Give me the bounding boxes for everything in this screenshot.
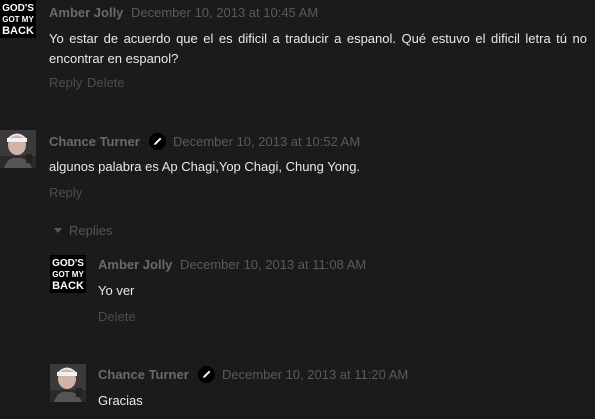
- delete-button[interactable]: Delete: [98, 309, 136, 324]
- caret-down-icon[interactable]: [54, 228, 62, 233]
- reply-author[interactable]: Amber Jolly: [98, 257, 172, 272]
- gods-got-my-back-logo-icon: GOD'S GOT MY BACK: [50, 255, 86, 293]
- pencil-icon: [149, 133, 166, 150]
- reply-body: Yo ver: [98, 283, 135, 298]
- svg-text:GOD'S: GOD'S: [2, 3, 34, 14]
- user-photo-icon: [50, 364, 86, 402]
- comment-author[interactable]: Chance Turner: [49, 134, 140, 149]
- reply-timestamp[interactable]: December 10, 2013 at 11:20 AM: [222, 367, 408, 382]
- comment-thread: GOD'S GOT MY BACK Amber Jolly December 1…: [0, 0, 595, 419]
- reply-body: Gracias: [98, 393, 143, 408]
- reply-button[interactable]: Reply: [49, 185, 82, 200]
- comment-body: Yo estar de acuerdo que el es dificil a …: [49, 31, 587, 66]
- comment-body: algunos palabra es Ap Chagi,Yop Chagi, C…: [49, 159, 361, 174]
- svg-text:BACK: BACK: [2, 25, 34, 37]
- svg-text:GOT MY: GOT MY: [52, 270, 84, 279]
- svg-text:GOD'S: GOD'S: [52, 258, 84, 269]
- comment-timestamp[interactable]: December 10, 2013 at 10:45 AM: [131, 5, 318, 20]
- author-avatar[interactable]: GOD'S GOT MY BACK: [50, 255, 86, 293]
- author-avatar[interactable]: [0, 130, 36, 168]
- reply-author[interactable]: Chance Turner: [98, 367, 189, 382]
- delete-button[interactable]: Delete: [87, 75, 125, 90]
- user-photo-icon: [0, 130, 36, 168]
- author-avatar[interactable]: GOD'S GOT MY BACK: [0, 0, 36, 38]
- author-avatar[interactable]: [50, 364, 86, 402]
- comment-author[interactable]: Amber Jolly: [49, 5, 123, 20]
- replies-toggle[interactable]: Replies: [69, 223, 112, 238]
- reply-timestamp[interactable]: December 10, 2013 at 11:08 AM: [180, 257, 366, 272]
- svg-text:GOT MY: GOT MY: [2, 15, 34, 24]
- reply-button[interactable]: Reply: [49, 75, 82, 90]
- pencil-icon: [198, 366, 215, 383]
- gods-got-my-back-logo-icon: GOD'S GOT MY BACK: [0, 0, 36, 38]
- comment-timestamp[interactable]: December 10, 2013 at 10:52 AM: [173, 134, 360, 149]
- svg-text:BACK: BACK: [52, 280, 84, 292]
